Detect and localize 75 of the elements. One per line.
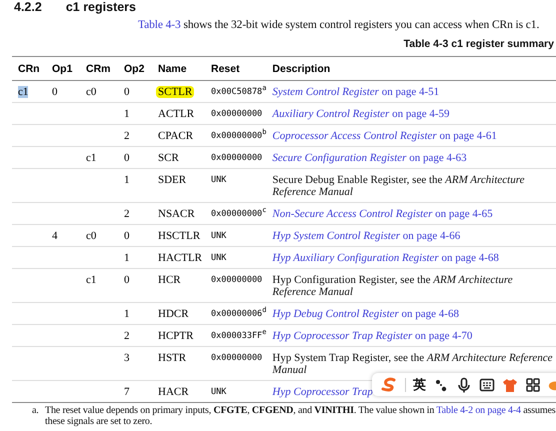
reset-value: 0x00000000	[211, 352, 262, 362]
column-header: Op2	[124, 63, 144, 75]
table-cell: 0	[124, 230, 130, 242]
register-name: ACTLR	[158, 108, 194, 120]
description-link[interactable]: Hyp Coprocessor Trap Register on page 4-70	[272, 330, 472, 342]
reset-value: UNK	[211, 252, 226, 262]
register-name: CPACR	[158, 130, 194, 142]
table-cell: c0	[86, 86, 96, 98]
table-cell: 1	[124, 308, 130, 320]
reset-value: 0x00000000$^{b}$	[211, 130, 266, 140]
reset-value: UNK	[211, 386, 226, 396]
intro-paragraph: Table 4-3 shows the 32-bit wide system control registers you can access when CRn is c1.	[138, 19, 540, 31]
description-link[interactable]: Coprocessor Access Control Register on page 4-61	[272, 130, 497, 142]
table-cell: 0	[124, 86, 130, 98]
reset-value: UNK	[211, 230, 226, 240]
description-text: Secure Debug Enable Register, see the ARM Architecture Reference Manual	[272, 174, 524, 198]
table-cell: 2	[124, 330, 130, 342]
register-name: HCPTR	[158, 330, 194, 342]
description-link[interactable]: Non-Secure Access Control Register on page 4-65	[272, 208, 493, 220]
table-cell: 7	[124, 386, 130, 398]
table-caption: Table 4-3 c1 register summary	[402, 38, 555, 50]
table-cell: 2	[124, 130, 130, 142]
reset-value: 0x00C50878$^{a}$	[211, 86, 266, 96]
description-link[interactable]: System Control Register on page 4-51	[272, 86, 440, 98]
reset-value: 0x00000000	[211, 108, 262, 118]
reset-value: 0x00000006$^{d}$	[211, 308, 266, 318]
table-cell: 0	[124, 152, 130, 164]
table-cell: 1	[124, 174, 130, 186]
table-cell: c0	[86, 230, 96, 242]
register-name: HSCTLR	[158, 230, 200, 242]
table-cell: 0	[52, 86, 58, 98]
column-header: CRm	[86, 63, 111, 75]
register-name: HACR	[158, 386, 189, 398]
table-cell: 2	[124, 208, 130, 220]
register-name: SCR	[158, 152, 179, 164]
register-name: SCTLR	[156, 86, 194, 98]
register-name: HACTLR	[158, 252, 202, 264]
table-cell: 1	[124, 252, 130, 264]
register-name: SDER	[158, 174, 186, 186]
description-text: Hyp Configuration Register, see the ARM Architecture Reference Manual	[272, 274, 513, 298]
table-link[interactable]: Table 4-2 on page 4-4	[436, 405, 521, 416]
description-link[interactable]: Hyp System Control Register on page 4-66	[272, 230, 460, 242]
description-link[interactable]: Hyp Auxiliary Configuration Register on page 4-68	[272, 252, 499, 264]
table-cell: c1	[18, 86, 28, 98]
description-link[interactable]: Hyp Debug Control Register on page 4-68	[272, 308, 459, 320]
reset-value: 0x00000000	[211, 274, 262, 284]
table-link[interactable]: Table 4-3	[138, 19, 181, 31]
reset-value: 0x00000000$^{c}$	[211, 208, 266, 218]
reset-value: UNK	[211, 174, 226, 184]
description-link[interactable]: Secure Configuration Register on page 4-63	[272, 152, 467, 164]
register-name: NSACR	[158, 208, 195, 220]
reset-value: 0x000033FF$^{e}$	[211, 330, 266, 340]
footnote-text: The reset value depends on primary inputs, CFGTE, CFGEND, and VINITHI. The value shown in Table 4-2 on page 4-4 assumes these signals are set to zero.	[45, 405, 556, 427]
register-name: HCR	[158, 274, 181, 286]
reset-value: 0x00000000	[211, 152, 262, 162]
table-cell: 1	[124, 108, 130, 120]
footnote-mark: a.	[32, 405, 40, 418]
column-header: Name	[158, 63, 187, 75]
table-cell: 4	[52, 230, 58, 242]
table-cell: 0	[124, 274, 130, 286]
table-cell: c1	[86, 274, 96, 286]
table-cell: c1	[86, 152, 96, 164]
table-cell: 3	[124, 352, 130, 364]
description-link[interactable]: Hyp Coprocessor Trap	[272, 386, 373, 398]
register-name: HSTR	[158, 352, 186, 364]
description-text: Hyp System Trap Register, see the ARM Architecture Reference Manual	[272, 352, 552, 376]
description-link[interactable]: Auxiliary Control Register on page 4-59	[272, 108, 450, 120]
column-header: Reset	[211, 63, 240, 75]
column-header: Op1	[52, 63, 72, 75]
language-toggle[interactable]: 英	[413, 376, 426, 394]
column-header: Description	[272, 63, 330, 75]
column-header: CRn	[18, 63, 40, 75]
section-title: c1 registers	[66, 0, 136, 14]
section-number: 4.2.2	[14, 0, 42, 14]
register-name: HDCR	[158, 308, 189, 320]
